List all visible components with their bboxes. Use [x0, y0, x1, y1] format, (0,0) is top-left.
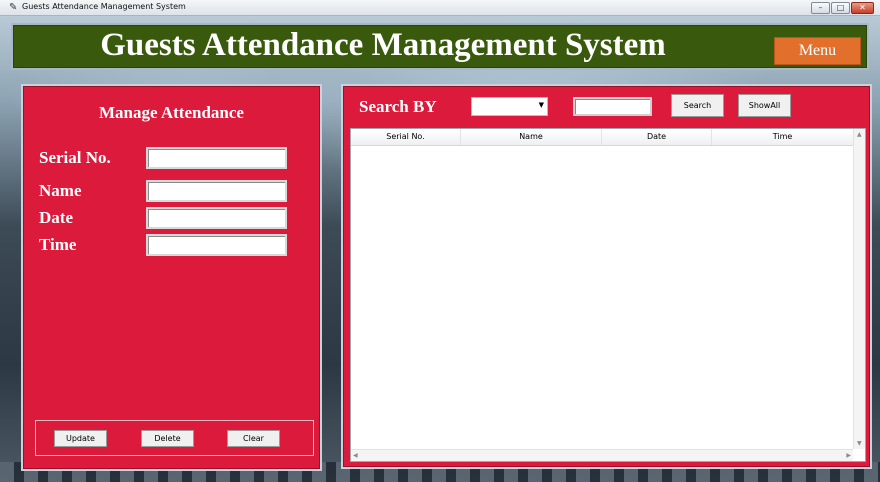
table-header: Serial No. Name Date Time: [351, 129, 853, 146]
maximize-button[interactable]: □: [831, 2, 850, 14]
name-input[interactable]: [146, 180, 287, 202]
date-input[interactable]: [146, 207, 287, 229]
column-header-name[interactable]: Name: [461, 129, 602, 145]
clear-button[interactable]: Clear: [227, 430, 280, 447]
serial-no-label: Serial No.: [39, 148, 111, 167]
showall-button[interactable]: ShowAll: [738, 94, 791, 117]
app-title: Guests Attendance Management System: [100, 27, 666, 63]
vertical-scrollbar[interactable]: ▲ ▼: [853, 129, 865, 449]
dropdown-arrow-icon: ▼: [538, 101, 544, 109]
close-button[interactable]: ✕: [851, 2, 874, 14]
search-button[interactable]: Search: [671, 94, 724, 117]
scroll-left-icon[interactable]: ◀: [353, 452, 358, 459]
minimize-button[interactable]: –: [811, 2, 830, 14]
search-by-label: Search BY: [359, 97, 437, 116]
serial-no-input[interactable]: [146, 147, 287, 169]
column-header-time[interactable]: Time: [712, 129, 853, 145]
attendance-table[interactable]: Serial No. Name Date Time ▲ ▼ ◀ ▶: [350, 128, 866, 462]
delete-button[interactable]: Delete: [141, 430, 194, 447]
search-input[interactable]: [573, 97, 652, 116]
horizontal-scrollbar[interactable]: ◀ ▶: [351, 449, 853, 461]
scroll-down-icon[interactable]: ▼: [857, 440, 862, 447]
name-label: Name: [39, 181, 82, 200]
scroll-right-icon[interactable]: ▶: [846, 452, 851, 459]
time-input[interactable]: [146, 234, 287, 256]
scroll-up-icon[interactable]: ▲: [857, 131, 862, 138]
column-header-date[interactable]: Date: [602, 129, 712, 145]
manage-attendance-heading: Manage Attendance: [99, 103, 244, 122]
window-title: Guests Attendance Management System: [22, 2, 186, 11]
menu-button[interactable]: Menu: [774, 37, 861, 65]
search-results-panel: Search BY ▼ Search ShowAll Serial No. Na…: [341, 84, 872, 469]
time-label: Time: [39, 235, 77, 254]
column-header-serial-no[interactable]: Serial No.: [351, 129, 461, 145]
window-titlebar: ✎ Guests Attendance Management System – …: [0, 0, 880, 16]
update-button[interactable]: Update: [54, 430, 107, 447]
date-label: Date: [39, 208, 73, 227]
app-feather-icon: ✎: [9, 2, 18, 13]
header-banner: Guests Attendance Management System Menu: [11, 23, 869, 70]
manage-attendance-panel: Manage Attendance Serial No. Name Date T…: [21, 84, 322, 471]
search-by-select[interactable]: ▼: [471, 97, 548, 116]
action-buttons-frame: Update Delete Clear: [35, 420, 314, 456]
